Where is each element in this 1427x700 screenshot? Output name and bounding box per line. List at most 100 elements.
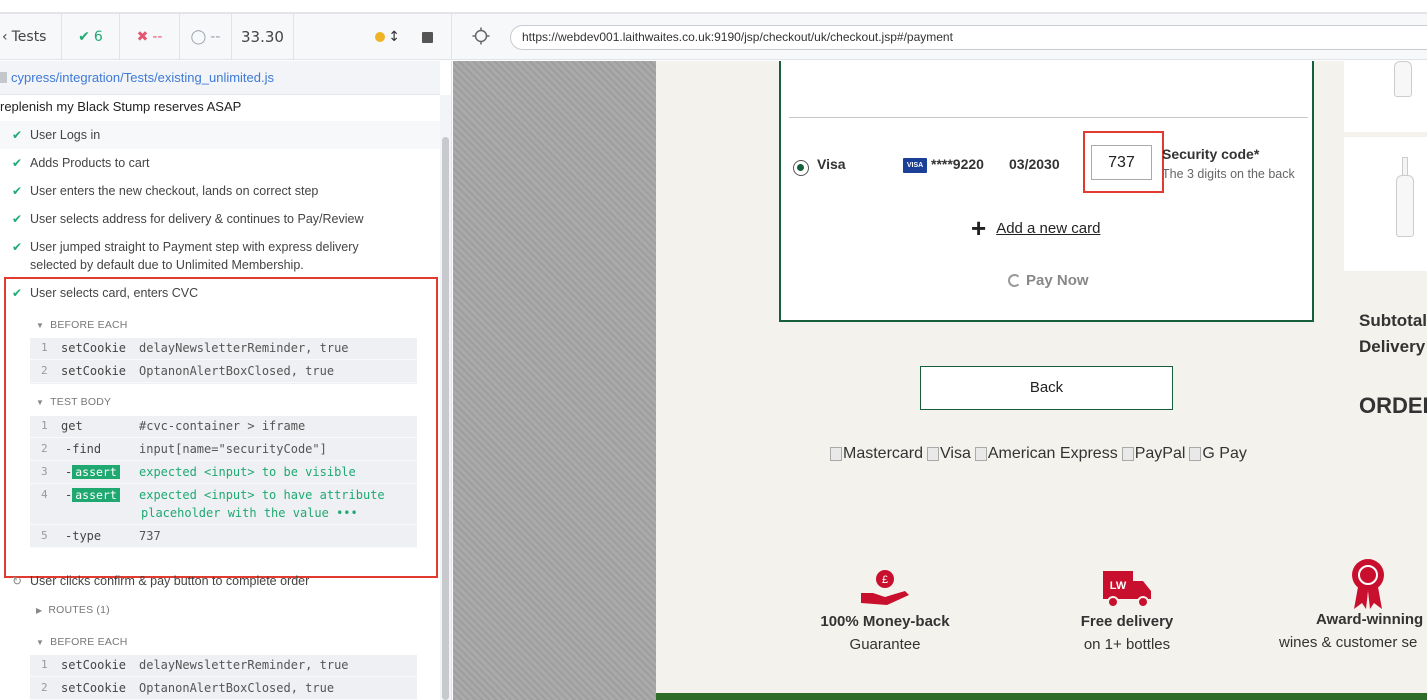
back-button[interactable]: Back	[920, 366, 1173, 410]
test-label: Adds Products to cart	[30, 156, 150, 170]
visa-logo: Visa	[927, 445, 971, 463]
wine-bottle-image	[1396, 175, 1414, 237]
usp-subtitle: on 1+ bottles	[1083, 636, 1171, 653]
card-radio[interactable]	[793, 160, 809, 176]
loading-spinner-icon	[1008, 274, 1021, 287]
hook-routes[interactable]: ▶ ROUTES (1)	[36, 604, 110, 616]
suite-title: replenish my Black Stump reserves ASAP	[0, 99, 242, 114]
command-number: 2	[41, 681, 48, 694]
payment-logos: Mastercard Visa American Express PayPal …	[830, 445, 1247, 463]
highlight-box	[1083, 131, 1164, 193]
money-back-hand-icon: £	[861, 570, 909, 605]
spinner-icon: ↻	[12, 574, 23, 588]
logo-alt-text: Visa	[940, 445, 971, 462]
logo-alt-text: PayPal	[1134, 445, 1186, 462]
passed-stat: ✔ 6	[62, 14, 120, 60]
file-icon	[0, 72, 7, 83]
test-row[interactable]: ✔ User jumped straight to Payment step w…	[0, 233, 440, 279]
usp-title: Free delivery	[1080, 613, 1174, 630]
pending-count: --	[210, 29, 221, 45]
security-code-label: Security code*	[1162, 146, 1260, 162]
award-rosette-icon	[1352, 559, 1384, 609]
autoscroll-toggle[interactable]: ↕	[375, 29, 400, 45]
add-new-card-link[interactable]: + Add a new card	[971, 213, 1101, 243]
hook-before-each[interactable]: ▼ BEFORE EACH	[36, 636, 128, 648]
command-log-panel: cypress/integration/Tests/existing_unlim…	[0, 61, 452, 700]
check-icon: ✔	[12, 212, 23, 226]
logo-alt-text: G Pay	[1202, 445, 1247, 462]
test-row[interactable]: ✔ User Logs in	[0, 121, 440, 149]
gpay-logo: G Pay	[1189, 445, 1247, 463]
test-label: User enters the new checkout, lands on c…	[30, 184, 319, 198]
test-label: User clicks confirm & pay button to comp…	[30, 574, 310, 588]
broken-image-icon	[974, 447, 987, 461]
spec-file-path: cypress/integration/Tests/existing_unlim…	[11, 70, 275, 85]
usp-subtitle: wines & customer se	[1279, 634, 1418, 651]
runner-stats-bar: ‹ Tests ✔ 6 ✖ -- ◯ -- 33.30 ↕	[0, 14, 452, 60]
visa-card-icon: VISA	[903, 158, 927, 173]
delivery-truck-icon: LW	[1103, 571, 1151, 608]
test-row-running[interactable]: ↻ User clicks confirm & pay button to co…	[0, 571, 440, 593]
test-label: User selects address for delivery & cont…	[30, 212, 364, 226]
check-icon: ✔	[12, 240, 23, 254]
test-row[interactable]: ✔ Adds Products to cart	[0, 149, 440, 177]
cypress-top-bar: ‹ Tests ✔ 6 ✖ -- ◯ -- 33.30 ↕ https://we…	[0, 14, 1427, 60]
updown-arrow-icon: ↕	[388, 29, 400, 45]
check-icon: ✔	[12, 184, 23, 198]
paypal-logo: PayPal	[1121, 445, 1186, 463]
product-card[interactable]	[1344, 137, 1427, 271]
wine-bottle-image	[1394, 61, 1412, 97]
pending-circle-icon: ◯	[190, 29, 207, 45]
check-icon: ✔	[78, 29, 90, 45]
caret-down-icon: ▼	[36, 638, 45, 647]
usp-free-delivery: LW Free delivery on 1+ bottles	[1052, 569, 1202, 653]
runner-controls: ↕	[294, 14, 452, 60]
chevron-left-icon: ‹	[2, 29, 8, 45]
caret-right-icon: ▶	[36, 606, 43, 615]
delivery-label: Delivery	[1359, 337, 1426, 356]
command-row[interactable]: 2 setCookie OptanonAlertBoxClosed, true	[30, 678, 417, 700]
broken-image-icon	[927, 447, 940, 461]
divider	[789, 117, 1308, 118]
check-icon: ✔	[12, 156, 23, 170]
wine-bottle-neck	[1402, 157, 1408, 177]
tests-back-button[interactable]: ‹ Tests	[0, 14, 62, 60]
security-code-hint: The 3 digits on the back	[1162, 167, 1295, 181]
usp-award-winning: Award-winning wines & customer se	[1276, 557, 1427, 651]
cross-icon: ✖	[136, 29, 149, 45]
check-icon: ✔	[12, 128, 23, 142]
card-brand: Visa	[817, 156, 846, 172]
plus-icon: +	[971, 213, 987, 243]
subtotal-label: Subtotal	[1359, 311, 1427, 330]
test-row[interactable]: ✔ User enters the new checkout, lands on…	[0, 177, 440, 205]
usp-money-back: £ 100% Money-back Guarantee	[810, 569, 960, 653]
pending-stat: ◯ --	[180, 14, 232, 60]
usp-subtitle: Guarantee	[849, 636, 921, 653]
aut-url-bar[interactable]: https://webdev001.laithwaites.co.uk:9190…	[510, 25, 1427, 50]
amex-logo: American Express	[974, 445, 1118, 463]
test-label: User jumped straight to Payment step wit…	[30, 240, 359, 272]
failed-stat: ✖ --	[120, 14, 180, 60]
scrollbar-thumb[interactable]	[442, 137, 449, 700]
pay-now-button[interactable]: Pay Now	[1008, 272, 1089, 289]
spec-file-header[interactable]: cypress/integration/Tests/existing_unlim…	[0, 61, 440, 95]
broken-image-icon	[1121, 447, 1134, 461]
selector-playground-icon[interactable]	[472, 27, 490, 45]
mastercard-logo: Mastercard	[830, 445, 923, 463]
checkout-page: Visa VISA ****9220 03/2030 737 Security …	[656, 61, 1427, 700]
command-message: OptanonAlertBoxClosed, true	[139, 681, 335, 695]
stop-icon[interactable]	[422, 31, 433, 43]
test-row[interactable]: ✔ User selects address for delivery & co…	[0, 205, 440, 233]
footer-bar	[656, 693, 1427, 700]
status-dot-icon	[375, 32, 386, 42]
tests-label: Tests	[11, 29, 47, 45]
product-card[interactable]	[1344, 61, 1427, 132]
command-row[interactable]: 1 setCookie delayNewsletterReminder, tru…	[30, 655, 417, 677]
add-card-label: Add a new card	[996, 219, 1101, 237]
order-heading: ORDER	[1359, 393, 1427, 418]
usp-title: 100% Money-back	[820, 613, 950, 630]
duration-value: 33.30	[241, 28, 284, 46]
command-list: 1 setCookie delayNewsletterReminder, tru…	[30, 655, 417, 700]
command-number: 1	[41, 658, 48, 671]
test-label: User Logs in	[30, 128, 101, 142]
